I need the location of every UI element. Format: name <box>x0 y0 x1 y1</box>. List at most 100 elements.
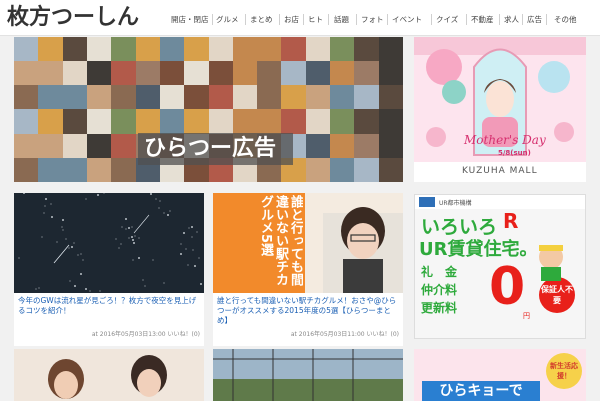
nav-item-matome[interactable]: まとめ <box>250 15 273 25</box>
nav-item-real-estate[interactable]: 不動産 <box>471 15 494 25</box>
mosaic-photo-tile <box>111 85 136 110</box>
ur-rental-ad[interactable]: UR都市機構 いろいろ R UR賃貸住宅。 礼 金 仲介料 更新料 0 円 保証… <box>414 194 586 339</box>
nav-item-jobs[interactable]: 求人 <box>504 15 519 25</box>
nav-item-photo[interactable]: フォト <box>361 15 384 25</box>
nav-item-people[interactable]: ヒト <box>308 15 323 25</box>
star-dot <box>118 247 120 249</box>
mosaic-photo-tile <box>38 85 63 110</box>
mosaic-photo-tile <box>86 37 112 62</box>
mosaic-photo-tile <box>86 109 112 134</box>
mothers-day-illustration <box>414 37 586 182</box>
nav-item-open-close[interactable]: 開店・閉店 <box>171 15 209 25</box>
article-card[interactable]: 誰と行っても間違いない駅チカグルメ5選 誰と行っても間違いない駅チカグルメ！おさ… <box>213 193 403 346</box>
star-dot <box>71 246 73 248</box>
nav-item-shops[interactable]: お店 <box>284 15 299 25</box>
ur-headline-r: R <box>503 209 519 233</box>
article-title[interactable]: 誰と行っても間違いない駅チカグルメ！おさや@ひらつーがオススメする2015年度の… <box>217 296 401 326</box>
mosaic-photo-tile <box>378 157 403 182</box>
mosaic-photo-tile <box>232 37 258 62</box>
mosaic-photo-tile <box>208 109 233 134</box>
star-dot <box>73 242 75 244</box>
mosaic-photo-tile <box>305 157 331 182</box>
gourmet-photo: 誰と行っても間違いない駅チカグルメ5選 <box>213 193 403 293</box>
nav-divider <box>522 14 523 25</box>
mosaic-photo-tile <box>159 109 185 134</box>
nav-item-other[interactable]: その他 <box>554 15 577 25</box>
star-dot <box>180 253 182 255</box>
site-logo[interactable]: 枚方つーしん <box>7 3 139 33</box>
mosaic-photo-tile <box>159 37 185 62</box>
star-dot <box>82 259 84 261</box>
mosaic-photo-tile <box>14 133 39 158</box>
mosaic-photo-tile <box>38 37 63 62</box>
star-dot <box>51 216 53 218</box>
ur-no-guarantor-badge: 保証人不要 <box>539 277 575 313</box>
mosaic-photo-tile <box>330 157 355 182</box>
star-dot <box>131 226 133 228</box>
star-dot <box>99 290 101 292</box>
star-dot <box>61 226 63 228</box>
mosaic-photo-tile <box>354 133 379 158</box>
mosaic-photo-tile <box>14 85 39 110</box>
article-card[interactable] <box>213 349 403 401</box>
star-dot <box>138 237 140 239</box>
article-card[interactable] <box>14 349 204 401</box>
article-title[interactable]: 今年のGWは流れ星が見ごろ！？枚方で夜空を見上げるコツを紹介！ <box>18 296 202 316</box>
mosaic-photo-tile <box>208 61 233 86</box>
nav-item-gourmet[interactable]: グルメ <box>216 15 239 25</box>
nav-item-quiz[interactable]: クイズ <box>436 15 458 25</box>
nav-item-events[interactable]: イベント <box>392 15 422 25</box>
star-dot <box>50 203 52 205</box>
mosaic-photo-tile <box>257 61 282 86</box>
star-dot <box>196 231 198 233</box>
nav-item-ads[interactable]: 広告 <box>527 15 542 25</box>
star-dot <box>18 257 20 259</box>
star-dot <box>132 259 134 261</box>
star-field <box>14 193 204 293</box>
mosaic-photo-tile <box>281 61 306 86</box>
star-dot <box>187 264 189 266</box>
ur-fee-koshin: 更新料 <box>421 301 458 315</box>
star-dot <box>121 226 123 228</box>
star-dot <box>120 243 122 245</box>
mosaic-photo-tile <box>330 133 355 158</box>
mosaic-photo-tile <box>14 61 39 86</box>
mosaic-photo-tile <box>86 133 112 158</box>
mosaic-photo-tile <box>62 37 87 62</box>
mosaic-photo-tile <box>305 61 331 86</box>
night-sky-photo <box>14 193 204 293</box>
hiratsu-ad-banner[interactable]: ひらつー広告 <box>14 37 403 182</box>
mosaic-photo-tile <box>232 85 258 110</box>
star-dot <box>77 254 79 256</box>
star-dot <box>85 198 87 200</box>
mosaic-photo-tile <box>38 157 63 182</box>
star-dot <box>128 237 130 239</box>
mothers-day-ad[interactable]: Mother's Day 5/8(sun) KUZUHA MALL <box>414 37 586 182</box>
mosaic-photo-tile <box>305 109 331 134</box>
star-dot <box>192 249 194 251</box>
star-dot <box>155 198 157 200</box>
mothers-day-title: Mother's Day <box>464 133 546 147</box>
mosaic-photo-tile <box>354 109 379 134</box>
star-dot <box>185 248 187 250</box>
star-dot <box>167 214 169 216</box>
nav-divider <box>499 14 500 25</box>
article-card[interactable]: 今年のGWは流れ星が見ごろ！？枚方で夜空を見上げるコツを紹介！ at 2016年… <box>14 193 204 346</box>
nav-divider <box>245 14 246 25</box>
mosaic-photo-tile <box>330 61 355 86</box>
star-dot <box>62 219 64 221</box>
mosaic-photo-tile <box>159 61 185 86</box>
star-dot <box>163 212 165 214</box>
star-dot <box>159 200 161 202</box>
mosaic-photo-tile <box>111 37 136 62</box>
nav-divider <box>466 14 467 25</box>
ur-mascot-icon <box>539 245 563 281</box>
nav-divider <box>431 14 432 25</box>
mosaic-photo-tile <box>208 85 233 110</box>
mosaic-photo-tile <box>305 133 331 158</box>
mosaic-photo-tile <box>330 37 355 62</box>
mosaic-photo-tile <box>38 61 63 86</box>
star-dot <box>65 238 67 240</box>
hirakyo-ad[interactable]: 新生活応援！ ひらキョーで <box>414 349 586 401</box>
nav-item-topics[interactable]: 話題 <box>334 15 349 25</box>
